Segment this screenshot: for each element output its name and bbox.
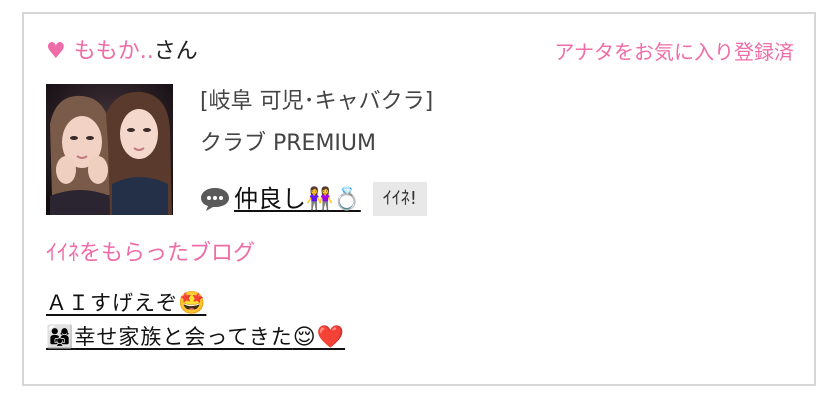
message-row: 仲良し👭💍 ｲｲﾈ! bbox=[200, 180, 428, 218]
blog-title: ＡＩすげえぞ bbox=[46, 291, 178, 315]
favorite-status: アナタをお気に入り登録済 bbox=[554, 40, 794, 64]
blog-suffix-emoji: 😌❤️ bbox=[292, 325, 346, 350]
heart-icon: ♥ bbox=[46, 39, 66, 64]
liked-blogs-heading: ｲｲﾈをもらったブログ bbox=[46, 241, 256, 266]
avatar-photo bbox=[46, 84, 173, 215]
blog-item: 👨‍👩‍👧幸せ家族と会ってきた😌❤️ bbox=[46, 320, 345, 354]
speech-bubble-icon bbox=[200, 186, 230, 212]
location-category: [岐阜 可児･キャバクラ] bbox=[200, 89, 434, 114]
message-emoji: 👭💍 bbox=[306, 186, 361, 212]
message-link[interactable]: 仲良し👭💍 bbox=[234, 183, 361, 216]
blog-title: 幸せ家族と会ってきた bbox=[74, 325, 293, 349]
blog-suffix-emoji: 🤩 bbox=[178, 291, 207, 316]
like-button[interactable]: ｲｲﾈ! bbox=[372, 182, 428, 216]
blog-item: ＡＩすげえぞ🤩 bbox=[46, 286, 345, 320]
honorific: さん bbox=[153, 39, 198, 64]
liked-blogs-list: ＡＩすげえぞ🤩 👨‍👩‍👧幸せ家族と会ってきた😌❤️ bbox=[46, 286, 345, 354]
avatar[interactable] bbox=[46, 84, 173, 215]
shop-info: [岐阜 可児･キャバクラ] クラブ PREMIUM bbox=[200, 86, 433, 160]
blog-prefix-emoji: 👨‍👩‍👧 bbox=[46, 325, 75, 350]
blog-link-2[interactable]: 👨‍👩‍👧幸せ家族と会ってきた😌❤️ bbox=[46, 325, 346, 350]
profile-card: ♥ ももか.. さん アナタをお気に入り登録済 [岐阜 可児･キャバクラ] クラ… bbox=[22, 12, 816, 386]
blog-link-1[interactable]: ＡＩすげえぞ🤩 bbox=[46, 291, 207, 316]
profile-header: ♥ ももか.. さん bbox=[46, 36, 198, 68]
message-text: 仲良し bbox=[234, 184, 306, 213]
user-name[interactable]: ももか.. bbox=[74, 36, 154, 68]
shop-name: クラブ PREMIUM bbox=[200, 131, 377, 156]
